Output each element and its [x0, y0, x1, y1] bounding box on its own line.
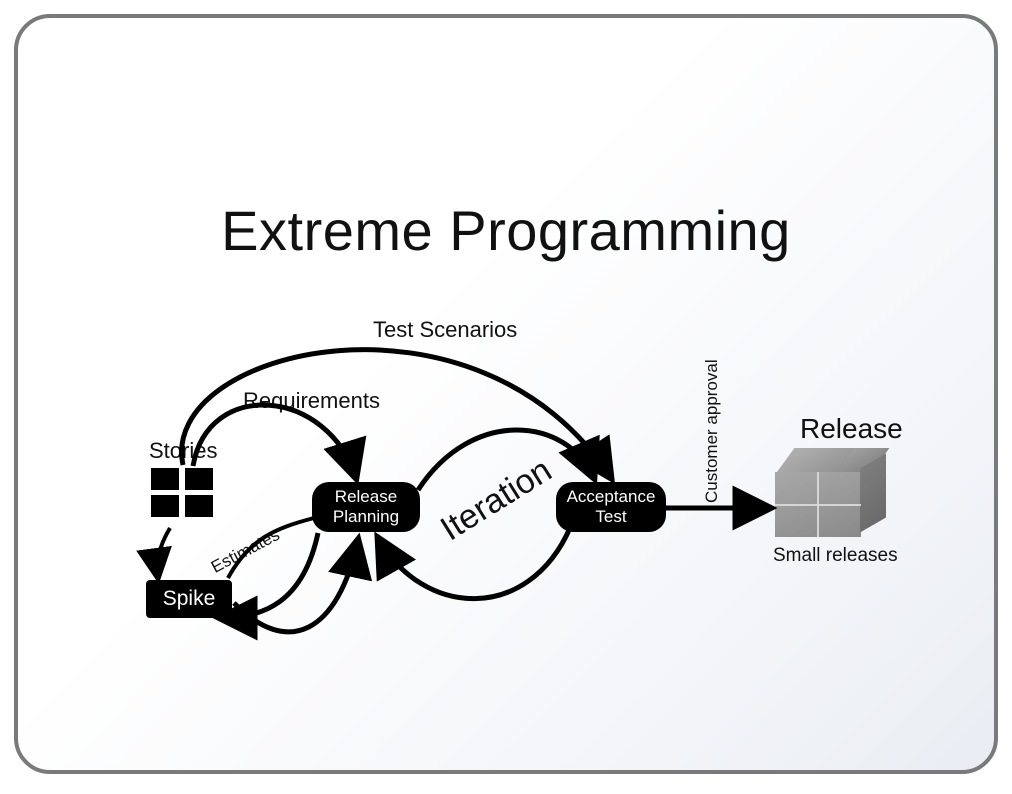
label-estimates: Estimates — [208, 525, 283, 578]
label-test-scenarios: Test Scenarios — [373, 317, 517, 343]
diagram-frame: Extreme Programming ReleasePlanning Acce… — [14, 14, 998, 774]
label-customer-approval: Customer approval — [702, 359, 722, 503]
label-iteration: Iteration — [434, 451, 559, 549]
label-requirements: Requirements — [243, 388, 380, 414]
node-release-planning: ReleasePlanning — [312, 482, 420, 532]
node-label: AcceptanceTest — [567, 487, 656, 526]
arrows-layer — [18, 18, 998, 774]
node-spike: Spike — [146, 580, 232, 618]
release-cube-icon — [775, 448, 885, 548]
diagram-title: Extreme Programming — [18, 198, 994, 263]
label-small-releases: Small releases — [773, 545, 898, 567]
label-release: Release — [800, 413, 903, 445]
label-stories: Stories — [149, 438, 217, 464]
node-label: ReleasePlanning — [333, 487, 399, 526]
node-label: Spike — [163, 587, 216, 611]
node-acceptance-test: AcceptanceTest — [556, 482, 666, 532]
stories-grid-icon — [151, 468, 215, 522]
